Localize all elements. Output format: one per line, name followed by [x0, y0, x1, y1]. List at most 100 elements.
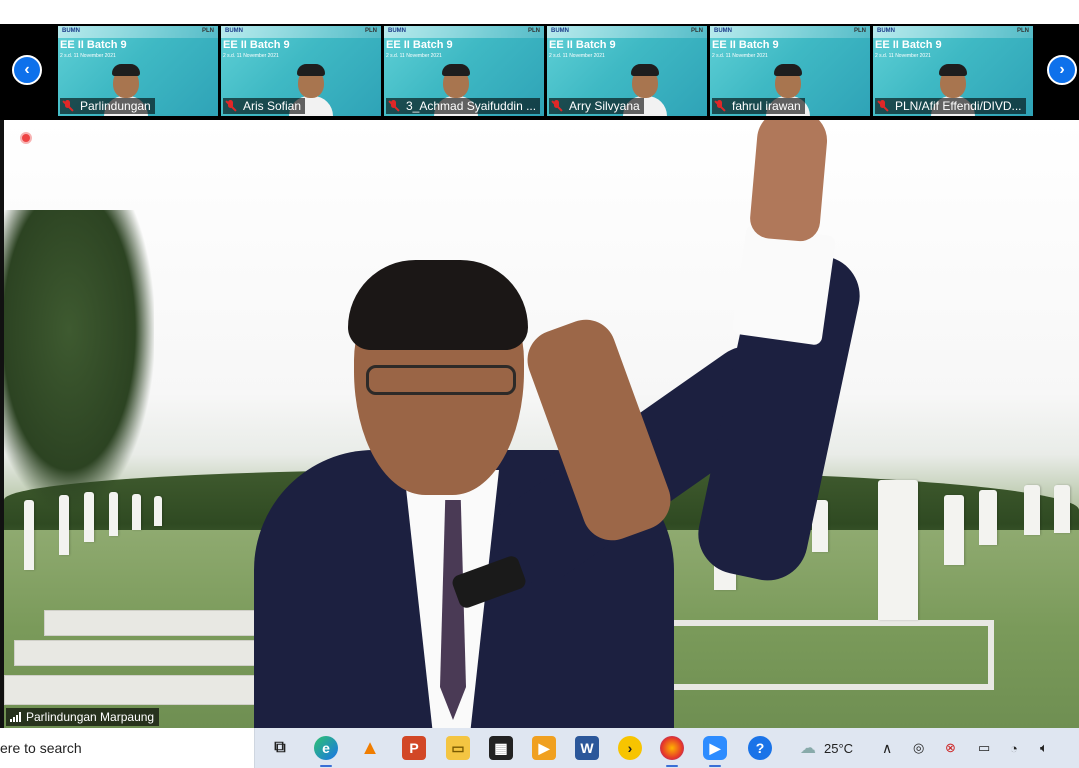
- volume-icon[interactable]: 🔈︎: [1040, 728, 1048, 768]
- participant-name: Aris Sofian: [243, 99, 302, 113]
- participant-label: Aris Sofian: [223, 98, 306, 114]
- mic-muted-icon: [388, 100, 400, 112]
- grave-marker: [84, 492, 94, 542]
- batch-dates: 2 s.d. 11 November 2021: [549, 53, 605, 59]
- grave-slab: [14, 640, 264, 666]
- help-icon[interactable]: ?: [748, 736, 772, 760]
- weather-widget[interactable]: ☁ 25°C: [800, 728, 853, 768]
- store-icon[interactable]: ▦: [489, 736, 513, 760]
- pln-logo: PLN: [854, 28, 866, 34]
- pln-logo: PLN: [365, 28, 377, 34]
- participant-label: 3_Achmad Syaifuddin ...: [386, 98, 541, 114]
- grave-marker: [24, 500, 34, 570]
- chevron-right-icon[interactable]: ›: [1047, 55, 1077, 85]
- batch-dates: 2 s.d. 11 November 2021: [875, 53, 931, 59]
- bumn-logo: BUMN: [551, 28, 569, 34]
- bumn-logo: BUMN: [714, 28, 732, 34]
- pln-logo: PLN: [691, 28, 703, 34]
- bumn-logo: BUMN: [225, 28, 243, 34]
- event-banner: [710, 26, 870, 38]
- participant-name: fahrul irawan: [732, 99, 801, 113]
- bumn-logo: BUMN: [388, 28, 406, 34]
- pln-logo: PLN: [1017, 28, 1029, 34]
- mic-muted-icon: [62, 100, 74, 112]
- participant-thumbnail[interactable]: BUMN PLN EE II Batch 9 2 s.d. 11 Novembe…: [873, 26, 1033, 116]
- active-app-indicator: [709, 765, 721, 767]
- signal-strength-icon: [10, 712, 21, 722]
- participant-label: PLN/Afif Effendi/DIVD...: [875, 98, 1026, 114]
- speaker-name-label: Parlindungan Marpaung: [6, 708, 160, 726]
- grave-marker: [109, 492, 118, 536]
- mic-muted-icon: [225, 100, 237, 112]
- grave-marker: [944, 495, 964, 565]
- participant-label: Parlindungan: [60, 98, 155, 114]
- taskbar-search-box[interactable]: ere to search: [0, 728, 255, 768]
- media-player-icon[interactable]: ▶: [532, 736, 556, 760]
- grave-marker: [979, 490, 997, 545]
- record-dot-icon: [20, 132, 32, 144]
- plex-icon[interactable]: ›: [618, 736, 642, 760]
- grave-marker: [1024, 485, 1040, 535]
- speaker-name: Parlindungan Marpaung: [26, 710, 155, 724]
- powerpoint-icon[interactable]: P: [402, 736, 426, 760]
- cloud-icon: ☁: [800, 740, 816, 757]
- batch-dates: 2 s.d. 11 November 2021: [223, 53, 279, 59]
- event-banner: [384, 26, 544, 38]
- participant-thumbnail[interactable]: BUMN PLN EE II Batch 9 2 s.d. 11 Novembe…: [547, 26, 707, 116]
- grave-marker: [132, 494, 141, 530]
- batch-title: EE II Batch 9: [223, 39, 290, 51]
- event-banner: [547, 26, 707, 38]
- batch-dates: 2 s.d. 11 November 2021: [712, 53, 768, 59]
- participant-thumbnail[interactable]: BUMN PLN EE II Batch 9 2 s.d. 11 Novembe…: [710, 26, 870, 116]
- batch-title: EE II Batch 9: [875, 39, 942, 51]
- mic-muted-icon: [714, 100, 726, 112]
- vlc-icon[interactable]: ▲: [358, 736, 382, 760]
- mic-muted-icon: [877, 100, 889, 112]
- active-app-indicator: [320, 765, 332, 767]
- firefox-icon[interactable]: [660, 736, 684, 760]
- grave-slab: [4, 675, 264, 705]
- windows-taskbar: ere to search ⧉ e ▲ P ▭ ▦ ▶ W › ▶ ? ☁ 25…: [0, 728, 1079, 768]
- speaker-hand: [748, 120, 830, 243]
- grave-marker: [1054, 485, 1070, 533]
- batch-title: EE II Batch 9: [386, 39, 453, 51]
- batch-title: EE II Batch 9: [60, 39, 127, 51]
- zoom-icon[interactable]: ▶: [703, 736, 727, 760]
- event-banner: [58, 26, 218, 38]
- gallery-strip: ‹ BUMN PLN EE II Batch 9 2 s.d. 11 Novem…: [0, 24, 1079, 120]
- speaker-cuff: [731, 224, 837, 346]
- participant-thumbnail[interactable]: BUMN PLN EE II Batch 9 2 s.d. 11 Novembe…: [58, 26, 218, 116]
- grave-marker: [59, 495, 69, 555]
- chevron-up-icon[interactable]: ∧: [882, 728, 892, 768]
- active-speaker-video[interactable]: Parlindungan Marpaung: [4, 120, 1079, 728]
- meet-now-icon[interactable]: ◎: [913, 728, 924, 768]
- battery-icon[interactable]: ▭: [978, 728, 990, 768]
- bumn-logo: BUMN: [62, 28, 80, 34]
- participant-name: PLN/Afif Effendi/DIVD...: [895, 99, 1022, 113]
- participant-name: 3_Achmad Syaifuddin ...: [406, 99, 537, 113]
- chevron-left-icon[interactable]: ‹: [12, 55, 42, 85]
- wifi-icon[interactable]: ◔: [1010, 728, 1018, 768]
- pln-logo: PLN: [528, 28, 540, 34]
- event-banner: [873, 26, 1033, 38]
- participant-thumbnail[interactable]: BUMN PLN EE II Batch 9 2 s.d. 11 Novembe…: [384, 26, 544, 116]
- task-view-icon[interactable]: ⧉: [268, 736, 292, 760]
- participant-thumbnail[interactable]: BUMN PLN EE II Batch 9 2 s.d. 11 Novembe…: [221, 26, 381, 116]
- batch-dates: 2 s.d. 11 November 2021: [386, 53, 442, 59]
- speaker: [254, 120, 894, 728]
- weather-temperature: 25°C: [824, 740, 854, 756]
- speaker-glasses: [366, 365, 516, 395]
- speaker-hair: [348, 260, 528, 350]
- grave-marker: [154, 496, 162, 526]
- batch-dates: 2 s.d. 11 November 2021: [60, 53, 116, 59]
- network-warning-icon[interactable]: ⊗: [945, 728, 956, 768]
- search-placeholder: ere to search: [0, 740, 82, 756]
- active-app-indicator: [666, 765, 678, 767]
- word-icon[interactable]: W: [575, 736, 599, 760]
- event-banner: [221, 26, 381, 38]
- batch-title: EE II Batch 9: [712, 39, 779, 51]
- file-explorer-icon[interactable]: ▭: [446, 736, 470, 760]
- mic-muted-icon: [551, 100, 563, 112]
- top-margin: [0, 0, 1079, 24]
- edge-icon[interactable]: e: [314, 736, 338, 760]
